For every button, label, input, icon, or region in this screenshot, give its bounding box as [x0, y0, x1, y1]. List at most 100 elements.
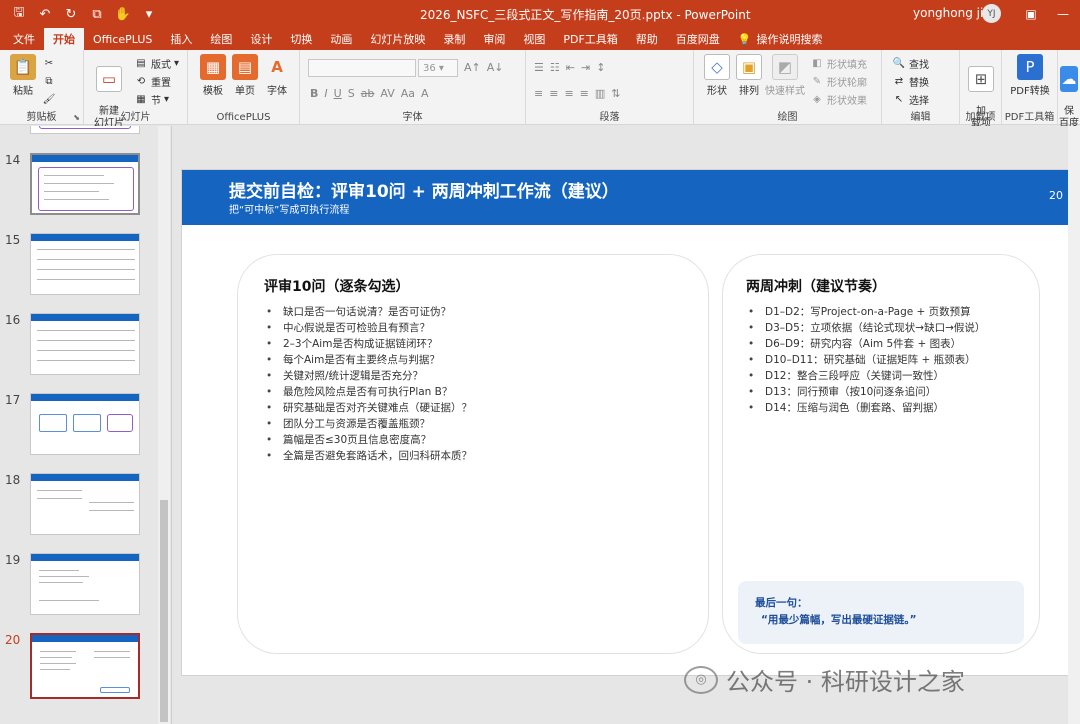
user-name[interactable]: yonghong jin: [913, 6, 991, 20]
bullets-icon[interactable]: ☰: [534, 61, 544, 74]
final-note-box[interactable]: 最后一句： “用最少篇幅，写出最硬证据链。”: [738, 581, 1024, 644]
arrange-button[interactable]: ▣ 排列: [732, 54, 766, 97]
baidu-save-button[interactable]: ☁ 保 百度: [1058, 54, 1080, 130]
justify-icon[interactable]: ≡: [580, 87, 589, 100]
underline-icon[interactable]: U: [334, 87, 342, 100]
pdf-convert-button[interactable]: P PDF转换: [1006, 54, 1054, 97]
thumbnail-scrollbar[interactable]: [158, 126, 170, 724]
slide-header-bar: 提交前自检：评审10问 + 两周冲刺工作流（建议） 把“可中标”写成可执行流程 …: [182, 170, 1079, 225]
indent-icon[interactable]: ⇤: [566, 61, 575, 74]
format-painter-button[interactable]: 🖌: [42, 92, 56, 106]
list-item: 团队分工与资源是否覆盖瓶颈？: [264, 416, 472, 432]
shape-outline-button[interactable]: ✎ 形状轮廓: [810, 74, 867, 89]
section-button[interactable]: ▦ 节 ▾: [134, 92, 169, 107]
dialog-launcher-icon[interactable]: ⬊: [73, 113, 80, 122]
minimize-icon[interactable]: —: [1048, 0, 1078, 28]
present-icon[interactable]: ⧉: [86, 3, 108, 25]
tab-pdf-toolbox[interactable]: PDF工具箱: [554, 28, 626, 50]
redo-icon[interactable]: ↻: [60, 3, 82, 25]
font-size-adjust: A↑ A↓: [464, 61, 504, 74]
reset-button[interactable]: ⟲ 重置: [134, 74, 171, 89]
layout-button[interactable]: ▤ 版式 ▾: [134, 56, 179, 71]
quick-access-toolbar: 🖫 ↶ ↻ ⧉ ✋ ▾: [0, 0, 160, 28]
slide-thumbnail-16[interactable]: [30, 313, 140, 375]
font-color-icon[interactable]: A: [421, 87, 429, 100]
slide-thumbnail-20[interactable]: [30, 633, 140, 699]
font-size-value: 36: [423, 62, 436, 74]
shapes-button[interactable]: ◇ 形状: [700, 54, 734, 97]
tab-draw[interactable]: 绘图: [201, 28, 241, 50]
strikethrough-icon[interactable]: ab: [361, 87, 375, 100]
font-size-select[interactable]: 36 ▾: [418, 59, 458, 77]
shape-fill-button[interactable]: ◧ 形状填充: [810, 56, 867, 71]
columns-icon[interactable]: ▥: [595, 87, 605, 100]
align-left-icon[interactable]: ≡: [534, 87, 543, 100]
touch-mode-icon[interactable]: ✋: [112, 3, 134, 25]
slide-number: 20: [5, 633, 21, 647]
slide-thumbnail-19[interactable]: [30, 553, 140, 615]
avatar[interactable]: YJ: [982, 4, 1001, 23]
undo-icon[interactable]: ↶: [34, 3, 56, 25]
tab-transitions[interactable]: 切换: [281, 28, 321, 50]
tell-me-search[interactable]: 💡 操作说明搜索: [729, 28, 832, 50]
shape-effects-button[interactable]: ◈ 形状效果: [810, 92, 867, 107]
slide-thumbnail-pane: 14 15 16 17 18 19 20: [0, 126, 172, 724]
review-questions-card[interactable]: 评审10问（逐条勾选） 缺口是否一句话说清？是否可证伪？ 中心假说是否可检验且有…: [237, 254, 709, 654]
slide-thumbnail-13[interactable]: [30, 126, 140, 134]
find-button[interactable]: 🔍 查找: [892, 56, 929, 71]
officeplus-font-button[interactable]: A 字体: [260, 54, 294, 97]
slide-thumbnail-15[interactable]: [30, 233, 140, 295]
slide-subtitle[interactable]: 把“可中标”写成可执行流程: [229, 201, 349, 216]
ribbon-display-icon[interactable]: ▣: [1016, 0, 1046, 28]
align-center-icon[interactable]: ≡: [549, 87, 558, 100]
tab-officeplus[interactable]: OfficePLUS: [84, 28, 161, 50]
scissors-icon: ✂: [44, 57, 54, 69]
shrink-font-icon[interactable]: A↓: [487, 61, 504, 74]
italic-icon[interactable]: I: [324, 87, 327, 100]
select-button[interactable]: ↖ 选择: [892, 92, 929, 107]
tab-design[interactable]: 设计: [241, 28, 281, 50]
shadow-icon[interactable]: S: [348, 87, 355, 100]
slide-thumbnail-14[interactable]: [30, 153, 140, 215]
tab-baidu-netdisk[interactable]: 百度网盘: [667, 28, 729, 50]
outdent-icon[interactable]: ⇥: [581, 61, 590, 74]
replace-button[interactable]: ⇄ 替换: [892, 74, 929, 89]
tab-help[interactable]: 帮助: [627, 28, 667, 50]
tab-slideshow[interactable]: 幻灯片放映: [361, 28, 434, 50]
char-spacing-icon[interactable]: AV: [380, 87, 394, 100]
wechat-icon: ◎: [684, 665, 718, 694]
cut-button[interactable]: ✂: [42, 56, 56, 70]
editor-vertical-scrollbar[interactable]: [1068, 126, 1080, 724]
bold-icon[interactable]: B: [310, 87, 318, 100]
font-name-select[interactable]: [308, 59, 416, 77]
slide-title[interactable]: 提交前自检：评审10问 + 两周冲刺工作流（建议）: [229, 177, 619, 202]
tab-home[interactable]: 开始: [44, 28, 84, 50]
line-spacing-icon[interactable]: ↕: [596, 61, 605, 74]
tab-file[interactable]: 文件: [4, 28, 44, 50]
tab-animations[interactable]: 动画: [321, 28, 361, 50]
align-right-icon[interactable]: ≡: [564, 87, 573, 100]
tab-record[interactable]: 录制: [434, 28, 474, 50]
tab-insert[interactable]: 插入: [161, 28, 201, 50]
slide-thumbnail-18[interactable]: [30, 473, 140, 535]
text-direction-icon[interactable]: ⇅: [611, 87, 620, 100]
tab-view[interactable]: 视图: [514, 28, 554, 50]
paste-button[interactable]: 📋 粘贴: [6, 54, 40, 97]
quick-styles-button[interactable]: ◩ 快速样式: [764, 54, 806, 97]
slides-group-label: 幻灯片: [120, 112, 151, 123]
tab-review[interactable]: 审阅: [474, 28, 514, 50]
slide-thumbnail-17[interactable]: [30, 393, 140, 455]
numbering-icon[interactable]: ☷: [550, 61, 560, 74]
customize-qat-icon[interactable]: ▾: [138, 3, 160, 25]
change-case-icon[interactable]: Aa: [401, 87, 415, 100]
copy-button[interactable]: ⧉: [42, 74, 56, 88]
reset-label: 重置: [151, 78, 171, 89]
save-icon[interactable]: 🖫: [8, 3, 30, 25]
addins-icon: ⊞: [968, 66, 994, 92]
grow-font-icon[interactable]: A↑: [464, 61, 481, 74]
list-item: D6–D9：研究内容（Aim 5件套 + 图表）: [746, 336, 985, 352]
scrollbar-thumb[interactable]: [160, 500, 168, 722]
current-slide[interactable]: 提交前自检：评审10问 + 两周冲刺工作流（建议） 把“可中标”写成可执行流程 …: [182, 170, 1079, 675]
template-button[interactable]: ▦ 模板: [196, 54, 230, 97]
single-page-button[interactable]: ▤ 单页: [228, 54, 262, 97]
